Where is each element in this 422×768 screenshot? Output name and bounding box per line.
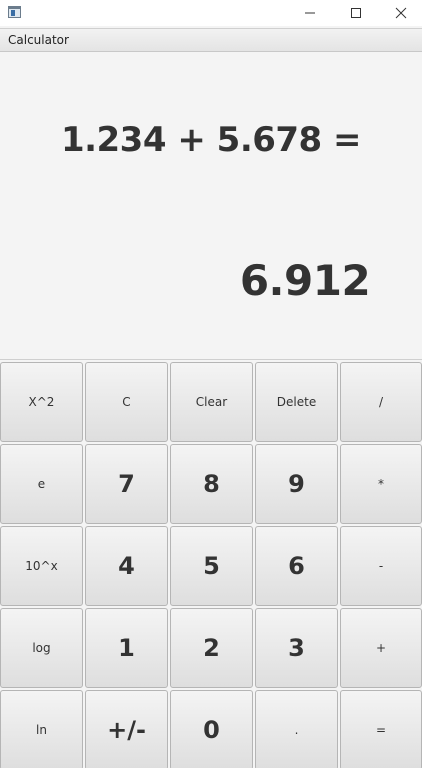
digit-0-button[interactable]: 0 xyxy=(170,690,253,768)
log-button[interactable]: log xyxy=(0,608,83,688)
title-bar xyxy=(0,0,422,26)
minimize-button[interactable] xyxy=(287,0,333,26)
ln-button[interactable]: ln xyxy=(0,690,83,768)
maximize-icon xyxy=(351,8,361,18)
equals-button[interactable]: = xyxy=(340,690,422,768)
minimize-icon xyxy=(305,12,315,14)
divide-button[interactable]: / xyxy=(340,362,422,442)
decimal-point-button[interactable]: . xyxy=(255,690,338,768)
digit-4-button[interactable]: 4 xyxy=(85,526,168,606)
calculator-app-icon xyxy=(8,6,21,18)
digit-9-button[interactable]: 9 xyxy=(255,444,338,524)
digit-1-button[interactable]: 1 xyxy=(85,608,168,688)
keypad: X^2 C Clear Delete / e 7 8 9 * 10^x 4 5 … xyxy=(0,359,422,768)
delete-button[interactable]: Delete xyxy=(255,362,338,442)
menu-calculator[interactable]: Calculator xyxy=(8,33,69,47)
close-icon xyxy=(395,7,407,19)
expression-text: 1.234 + 5.678 = xyxy=(60,120,362,160)
result-text: 6.912 xyxy=(239,256,371,305)
clear-button[interactable]: Clear xyxy=(170,362,253,442)
power-of-ten-button[interactable]: 10^x xyxy=(0,526,83,606)
maximize-button[interactable] xyxy=(333,0,379,26)
multiply-button[interactable]: * xyxy=(340,444,422,524)
add-button[interactable]: + xyxy=(340,608,422,688)
digit-2-button[interactable]: 2 xyxy=(170,608,253,688)
digit-5-button[interactable]: 5 xyxy=(170,526,253,606)
digit-7-button[interactable]: 7 xyxy=(85,444,168,524)
calculator-display: 1.234 + 5.678 = 6.912 xyxy=(0,52,422,359)
negate-button[interactable]: +/- xyxy=(85,690,168,768)
digit-3-button[interactable]: 3 xyxy=(255,608,338,688)
clear-entry-button[interactable]: C xyxy=(85,362,168,442)
subtract-button[interactable]: - xyxy=(340,526,422,606)
e-constant-button[interactable]: e xyxy=(0,444,83,524)
digit-6-button[interactable]: 6 xyxy=(255,526,338,606)
menu-bar: Calculator xyxy=(0,28,422,52)
digit-8-button[interactable]: 8 xyxy=(170,444,253,524)
close-button[interactable] xyxy=(378,0,422,26)
calculator-window: Calculator 1.234 + 5.678 = 6.912 X^2 C C… xyxy=(0,0,422,768)
square-button[interactable]: X^2 xyxy=(0,362,83,442)
